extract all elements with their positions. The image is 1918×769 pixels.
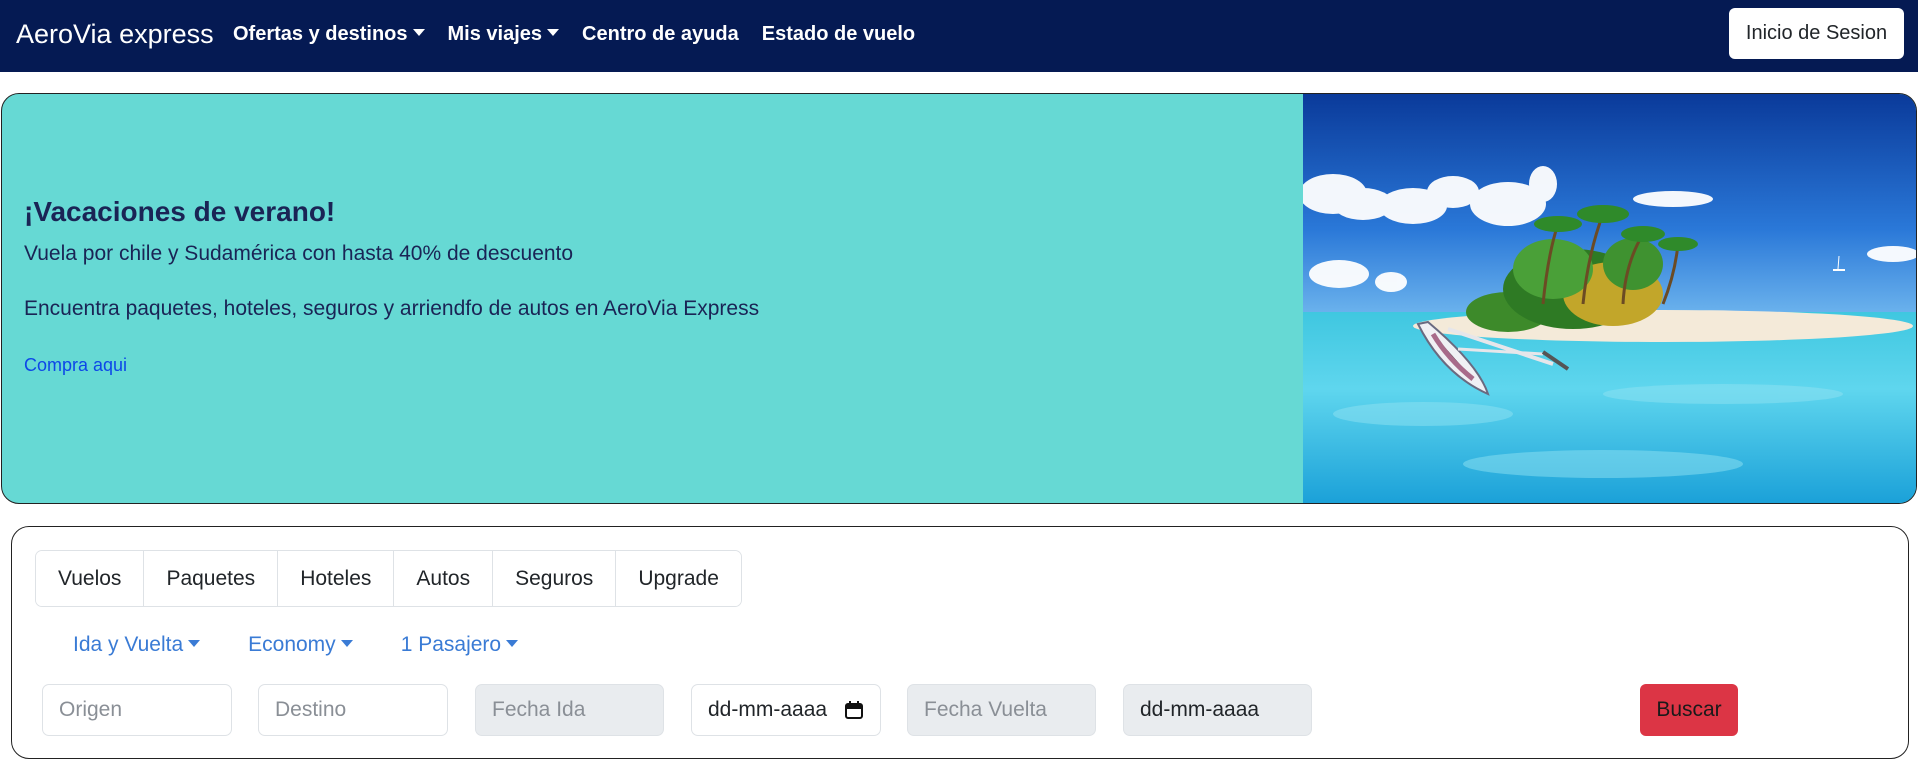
nav-estado-vuelo-label: Estado de vuelo	[761, 23, 916, 45]
nav-ofertas-destinos[interactable]: Ofertas y destinos	[233, 20, 425, 48]
calendar-icon[interactable]	[844, 700, 864, 720]
departure-date-input[interactable]: dd-mm-aaaa	[691, 684, 881, 736]
nav-links: Ofertas y destinos Mis viajes Centro de …	[233, 20, 938, 48]
hero-banner: ¡Vacaciones de verano! Vuela por chile y…	[1, 93, 1917, 504]
nav-mis-viajes-label: Mis viajes	[447, 23, 543, 45]
passengers-label: 1 Pasajero	[400, 633, 502, 656]
hero-subtitle: Vuela por chile y Sudamérica con hasta 4…	[24, 242, 574, 265]
chevron-down-icon	[340, 639, 353, 647]
trip-type-label: Ida y Vuelta	[73, 633, 184, 656]
search-options: Ida y Vuelta Economy 1 Pasajero	[73, 631, 566, 659]
nav-centro-ayuda[interactable]: Centro de ayuda	[582, 20, 739, 48]
return-date-input[interactable]: dd-mm-aaaa	[1123, 684, 1312, 736]
tropical-island-image	[1303, 94, 1916, 503]
top-navbar: AeroVia express Ofertas y destinos Mis v…	[0, 0, 1918, 72]
cabin-class-label: Economy	[248, 633, 336, 656]
search-button[interactable]: Buscar	[1640, 684, 1738, 736]
buy-here-link[interactable]: Compra aqui	[24, 353, 127, 377]
brand-logo[interactable]: AeroVia express	[16, 18, 214, 50]
departure-date-label: Fecha Ida	[475, 684, 664, 736]
destination-input[interactable]: Destino	[258, 684, 448, 736]
nav-estado-vuelo[interactable]: Estado de vuelo	[762, 20, 915, 48]
chevron-down-icon	[547, 28, 560, 36]
nav-ofertas-destinos-label: Ofertas y destinos	[233, 23, 408, 45]
tab-hoteles[interactable]: Hoteles	[278, 551, 395, 606]
tab-vuelos[interactable]: Vuelos	[36, 551, 145, 606]
tab-seguros[interactable]: Seguros	[493, 551, 617, 606]
hero-text: ¡Vacaciones de verano! Vuela por chile y…	[24, 194, 1274, 377]
hero-description: Encuentra paquetes, hoteles, seguros y a…	[24, 297, 760, 320]
login-button[interactable]: Inicio de Sesion	[1729, 8, 1904, 59]
cabin-class-dropdown[interactable]: Economy	[248, 631, 353, 659]
chevron-down-icon	[412, 28, 425, 36]
return-date-label: Fecha Vuelta	[907, 684, 1096, 736]
tab-upgrade[interactable]: Upgrade	[616, 551, 741, 606]
tab-paquetes[interactable]: Paquetes	[144, 551, 279, 606]
flight-search-card: Vuelos Paquetes Hoteles Autos Seguros Up…	[11, 526, 1909, 759]
nav-mis-viajes[interactable]: Mis viajes	[448, 20, 560, 48]
departure-date-value: dd-mm-aaaa	[708, 698, 828, 721]
chevron-down-icon	[188, 639, 201, 647]
nav-centro-ayuda-label: Centro de ayuda	[582, 23, 739, 45]
trip-type-dropdown[interactable]: Ida y Vuelta	[73, 631, 201, 659]
hero-title: ¡Vacaciones de verano!	[24, 196, 336, 227]
passengers-dropdown[interactable]: 1 Pasajero	[400, 631, 519, 659]
island-illustration	[1303, 94, 1916, 503]
search-tabs: Vuelos Paquetes Hoteles Autos Seguros Up…	[35, 550, 742, 607]
origin-input[interactable]: Origen	[42, 684, 232, 736]
tab-autos[interactable]: Autos	[394, 551, 494, 606]
chevron-down-icon	[506, 639, 519, 647]
